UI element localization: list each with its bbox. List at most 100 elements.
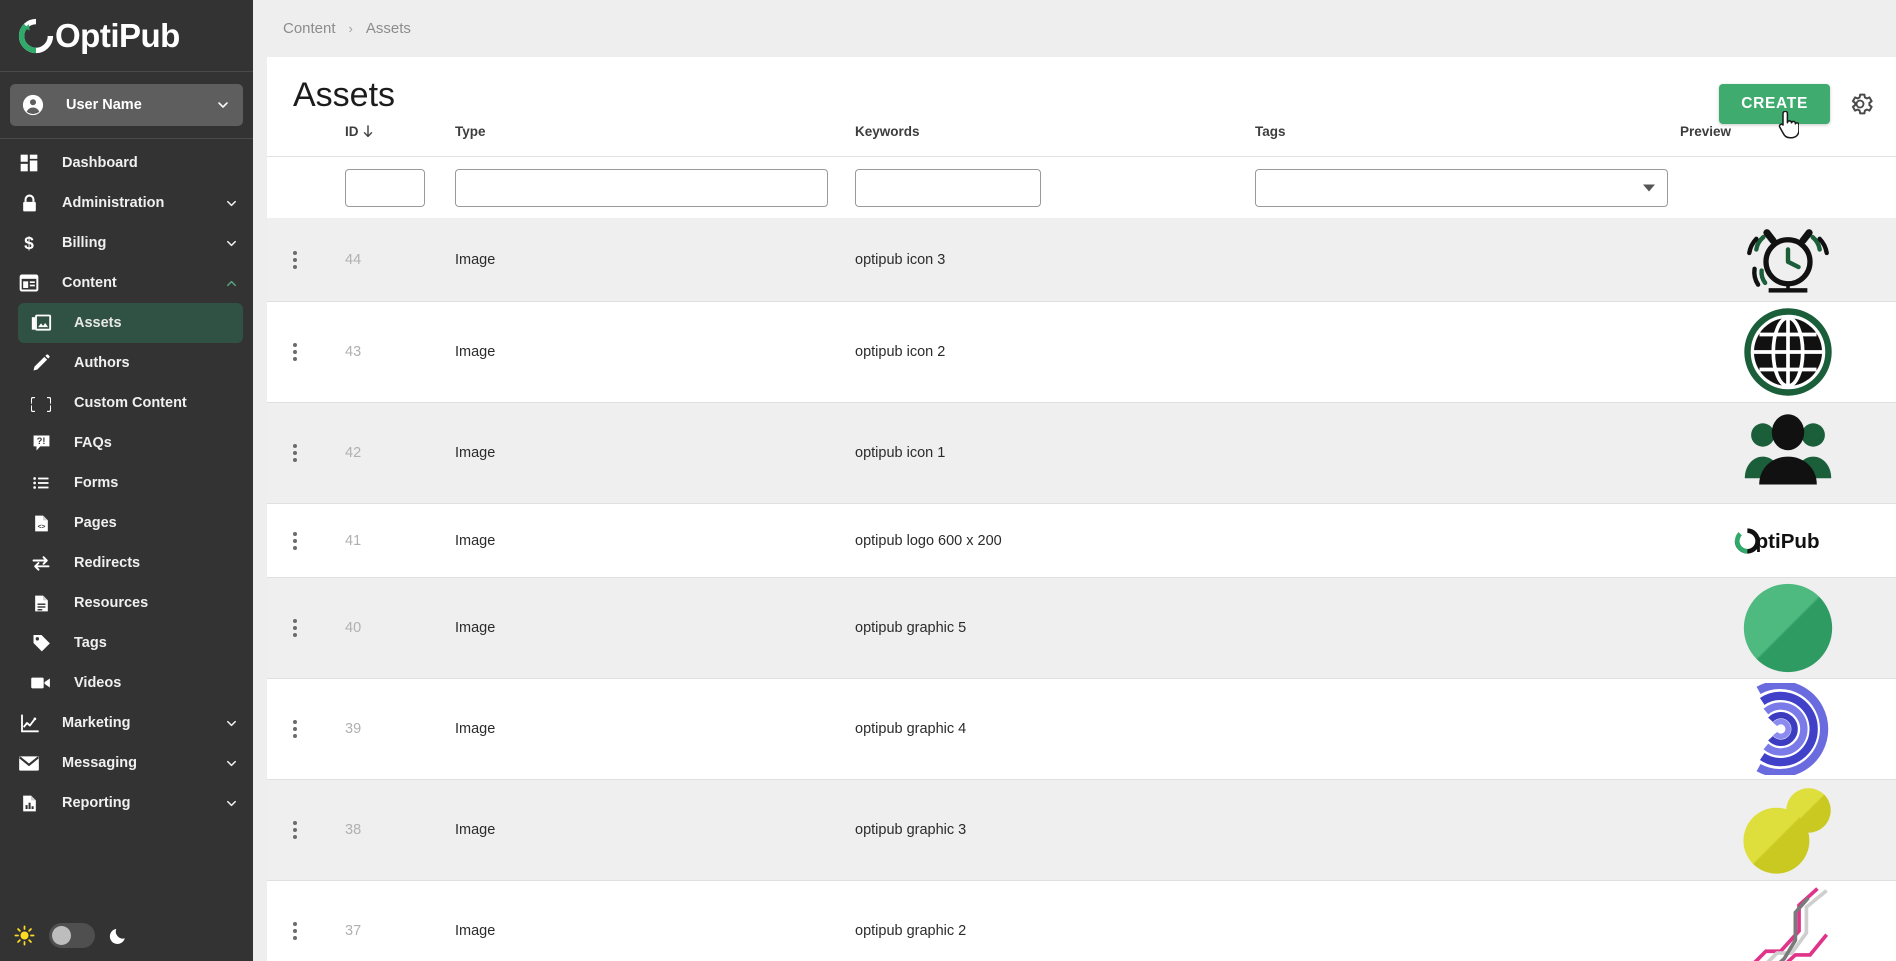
sidebar-item-custom-content[interactable]: { } Custom Content	[0, 383, 253, 423]
pink-lines-graphic-icon	[1740, 885, 1836, 961]
filter-keywords-input[interactable]	[855, 168, 1041, 207]
table-row[interactable]: 43 Image optipub icon 2	[267, 302, 1896, 403]
sun-icon[interactable]	[14, 925, 35, 946]
cell-id: 37	[345, 923, 362, 939]
filter-id-cell	[345, 168, 455, 207]
page-code-icon: <>	[30, 512, 52, 534]
moon-icon[interactable]	[109, 926, 128, 945]
sidebar-item-forms[interactable]: Forms	[0, 463, 253, 503]
kebab-menu-icon[interactable]	[293, 922, 297, 940]
breadcrumb-item-content[interactable]: Content	[283, 20, 336, 37]
kebab-menu-icon[interactable]	[293, 619, 297, 637]
row-menu-button[interactable]	[293, 250, 345, 269]
cell-preview	[1680, 408, 1896, 498]
row-menu-button[interactable]	[293, 720, 345, 738]
chevron-up-icon[interactable]	[224, 276, 239, 291]
column-header-preview: Preview	[1680, 124, 1896, 139]
sidebar-item-pages[interactable]: <> Pages	[0, 503, 253, 543]
cell-type: Image	[455, 822, 496, 838]
user-name-label: User Name	[66, 97, 142, 113]
table-row[interactable]: 37 Image optipub graphic 2	[267, 881, 1896, 961]
filter-tags-select[interactable]	[1255, 168, 1668, 207]
sidebar-item-faqs[interactable]: ?! FAQs	[0, 423, 253, 463]
cell-keywords: optipub graphic 4	[855, 721, 967, 737]
breadcrumb-item-assets[interactable]: Assets	[366, 20, 411, 37]
kebab-menu-icon[interactable]	[293, 720, 297, 738]
filter-keywords-cell	[855, 168, 1255, 207]
chevron-down-icon[interactable]	[224, 796, 239, 811]
sidebar-item-content[interactable]: Content	[0, 263, 253, 303]
cell-id: 42	[345, 445, 362, 461]
column-header-id[interactable]: ID	[345, 124, 455, 139]
column-header-tags[interactable]: Tags	[1255, 124, 1680, 139]
sidebar-item-assets[interactable]: Assets	[18, 303, 243, 343]
gear-icon[interactable]	[1846, 90, 1874, 118]
globe-graphic-icon	[1742, 306, 1834, 398]
sidebar-item-authors[interactable]: Authors	[0, 343, 253, 383]
kebab-menu-icon[interactable]	[293, 250, 297, 269]
table-header-row: ID Type Keywords Tags Preview	[267, 124, 1896, 156]
column-header-type[interactable]: Type	[455, 124, 855, 139]
user-menu[interactable]: User Name	[10, 84, 243, 126]
chevron-down-icon[interactable]	[215, 97, 231, 113]
account-circle-icon	[22, 94, 44, 116]
dollar-sign-icon: $	[18, 232, 40, 254]
svg-text:ptiPub: ptiPub	[1756, 530, 1820, 553]
cell-preview	[1680, 218, 1896, 304]
cell-preview: ptiPub	[1680, 524, 1896, 558]
row-menu-button[interactable]	[293, 444, 345, 462]
filter-type-input[interactable]	[455, 168, 828, 207]
sidebar-item-tags[interactable]: Tags	[0, 623, 253, 663]
column-header-type-label: Type	[455, 124, 486, 139]
cell-keywords: optipub icon 1	[855, 445, 946, 461]
row-menu-button[interactable]	[293, 821, 345, 839]
filter-tags-input[interactable]	[1255, 168, 1668, 207]
row-menu-button[interactable]	[293, 531, 345, 550]
sidebar-item-label: Messaging	[62, 755, 137, 771]
theme-toggle-switch[interactable]	[49, 922, 95, 948]
table-row[interactable]: 42 Image optipub icon 1	[267, 403, 1896, 504]
create-button[interactable]: CREATE	[1719, 84, 1830, 124]
column-header-id-label: ID	[345, 124, 359, 139]
sidebar-item-videos[interactable]: Videos	[0, 663, 253, 703]
table-row[interactable]: 39 Image optipub graphic 4	[267, 679, 1896, 780]
chevron-down-icon[interactable]	[224, 756, 239, 771]
sidebar-item-redirects[interactable]: Redirects	[0, 543, 253, 583]
sidebar-item-reporting[interactable]: Reporting	[0, 783, 253, 823]
alarm-clock-graphic-icon	[1744, 218, 1832, 304]
row-menu-button[interactable]	[293, 343, 345, 361]
sidebar-item-resources[interactable]: Resources	[0, 583, 253, 623]
sidebar-item-messaging[interactable]: Messaging	[0, 743, 253, 783]
report-bars-icon	[18, 792, 40, 814]
brand-header[interactable]: OptiPub	[0, 0, 253, 72]
table-row[interactable]: 41 Image optipub logo 600 x 200 ptiPub	[267, 504, 1896, 578]
assets-table: ID Type Keywords Tags Preview 44 Image o…	[267, 124, 1896, 961]
sidebar-item-label: Assets	[74, 315, 122, 331]
table-filter-row	[267, 156, 1896, 218]
sidebar-item-label: FAQs	[74, 435, 112, 451]
table-row[interactable]: 40 Image optipub graphic 5	[267, 578, 1896, 679]
row-menu-button[interactable]	[293, 922, 345, 940]
kebab-menu-icon[interactable]	[293, 821, 297, 839]
cell-keywords: optipub graphic 3	[855, 822, 967, 838]
chevron-down-icon[interactable]	[224, 716, 239, 731]
chevron-down-icon[interactable]	[224, 236, 239, 251]
sidebar-item-billing[interactable]: $ Billing	[0, 223, 253, 263]
row-menu-button[interactable]	[293, 619, 345, 637]
filter-id-input[interactable]	[345, 168, 425, 207]
kebab-menu-icon[interactable]	[293, 531, 297, 550]
toggle-knob	[52, 925, 71, 945]
cell-type: Image	[455, 620, 496, 636]
kebab-menu-icon[interactable]	[293, 343, 297, 361]
table-row[interactable]: 44 Image optipub icon 3	[267, 218, 1896, 302]
kebab-menu-icon[interactable]	[293, 444, 297, 462]
sidebar-item-administration[interactable]: Administration	[0, 183, 253, 223]
chevron-down-icon[interactable]	[224, 196, 239, 211]
cell-type: Image	[455, 445, 496, 461]
table-row[interactable]: 38 Image optipub graphic 3	[267, 780, 1896, 881]
filter-tags-cell	[1255, 168, 1680, 207]
cell-preview	[1680, 582, 1896, 674]
column-header-keywords[interactable]: Keywords	[855, 124, 1255, 139]
sidebar-item-marketing[interactable]: Marketing	[0, 703, 253, 743]
sidebar-item-dashboard[interactable]: Dashboard	[0, 143, 253, 183]
